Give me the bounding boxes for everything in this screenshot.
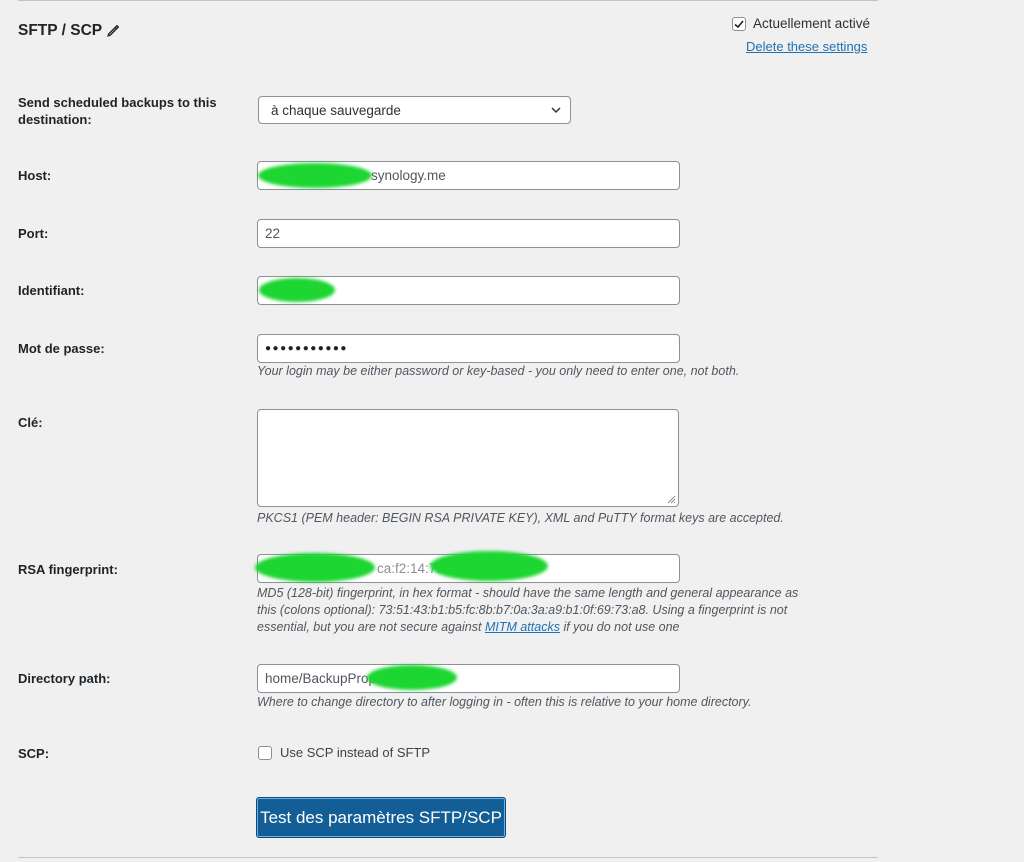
fingerprint-help-line-3: essential, but you are not secure agains… [257,619,857,636]
fingerprint-help-line-2: this (colons optional): 73:51:43:b1:b5:f… [257,603,788,617]
section-title-text: SFTP / SCP [18,22,103,39]
key-label: Clé: [18,415,43,430]
bottom-divider [18,857,878,858]
password-help: Your login may be either password or key… [257,364,740,378]
redaction-blob [258,163,372,188]
port-input[interactable]: 22 [257,219,680,248]
delete-settings-link[interactable]: Delete these settings [746,39,867,54]
schedule-select[interactable]: à chaque sauvegarde [258,96,571,124]
key-textarea[interactable] [257,409,679,507]
pencil-icon[interactable] [106,24,120,38]
active-label: Actuellement activé [753,16,871,31]
directory-value: home/BackupProp [265,671,377,686]
fingerprint-help-text-b: if you do not use one [563,620,680,634]
fingerprint-help-line-1: MD5 (128-bit) fingerprint, in hex format… [257,586,799,600]
chevron-down-icon [551,107,561,114]
login-label: Identifiant: [18,283,85,298]
scp-option[interactable]: Use SCP instead of SFTP [258,745,430,760]
password-value: ●●●●●●●●●●● [265,343,348,354]
section-title: SFTP / SCP [18,22,120,40]
redaction-blob [259,278,335,302]
resize-grip-icon[interactable] [666,494,676,504]
password-input[interactable]: ●●●●●●●●●●● [257,334,680,363]
schedule-label: Send scheduled backups to this destinati… [18,95,217,127]
directory-help: Where to change directory to after loggi… [257,695,752,709]
fingerprint-help: MD5 (128-bit) fingerprint, in hex format… [257,585,857,636]
fingerprint-help-text-a: essential, but you are not secure agains… [257,620,482,634]
host-label: Host: [18,168,52,183]
top-divider [18,0,878,1]
scp-label: SCP: [18,746,50,761]
directory-label: Directory path: [18,671,111,686]
port-label: Port: [18,226,49,241]
redaction-blob [367,665,457,690]
port-value: 22 [265,226,281,241]
host-value: synology.me [371,168,446,183]
scp-option-label: Use SCP instead of SFTP [280,745,431,760]
test-settings-button[interactable]: Test des paramètres SFTP/SCP [256,797,506,838]
checkmark-icon [734,19,744,28]
fingerprint-label: RSA fingerprint: [18,562,118,577]
active-toggle[interactable]: Actuellement activé [732,16,870,31]
redaction-blob [430,551,548,581]
schedule-selected-value: à chaque sauvegarde [271,102,401,118]
mitm-attacks-link[interactable]: MITM attacks [485,620,560,634]
key-help: PKCS1 (PEM header: BEGIN RSA PRIVATE KEY… [257,511,784,525]
scp-checkbox[interactable] [258,745,272,760]
directory-input[interactable]: home/BackupProp [257,664,680,693]
active-checkbox[interactable] [732,16,746,31]
password-label: Mot de passe: [18,341,105,356]
redaction-blob [255,553,375,582]
